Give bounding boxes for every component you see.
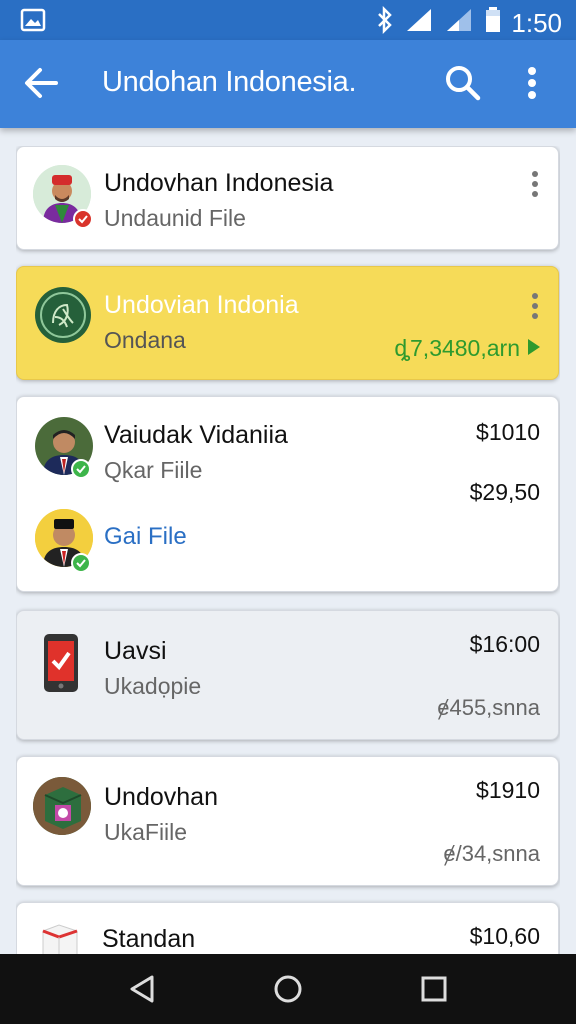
verified-badge: [71, 459, 91, 479]
phone-icon: [43, 633, 79, 698]
file-link[interactable]: Gai File: [104, 523, 187, 551]
item-title: Standan: [102, 925, 196, 953]
item-price: $1910: [476, 777, 540, 803]
search-icon[interactable]: [444, 64, 482, 107]
status-bar: 1:50: [0, 0, 576, 40]
list-item[interactable]: Undovhan Indonesia Undaunid File: [16, 146, 559, 250]
item-amount: ȡ7,3480,arn: [394, 335, 520, 361]
item-price: $16:00: [469, 631, 540, 657]
item-note: ɇ455,snna: [437, 695, 540, 720]
item-subtitle: UkaFiile: [104, 819, 188, 845]
app-bar: Undohan Indonesia.: [0, 40, 576, 128]
play-arrow-icon[interactable]: [526, 337, 542, 362]
item-title: Undovhan Indonesia: [104, 169, 334, 197]
emblem-icon: [35, 287, 91, 343]
item-note: ɇ/34,snna: [443, 841, 540, 866]
item-title: Undovian Indonia: [104, 291, 299, 319]
item-list: Undovhan Indonesia Undaunid File Undovia…: [16, 146, 560, 954]
recents-square-icon[interactable]: [420, 974, 448, 1009]
item-subtitle: Undaunid File: [104, 205, 246, 231]
item-price: $10,60: [469, 923, 540, 949]
list-item[interactable]: Standan $10,60: [16, 902, 559, 954]
item-title: Uavsi: [104, 637, 167, 665]
list-item-selected[interactable]: Undovian Indonia Ondana ȡ7,3480,arn: [16, 266, 559, 380]
item-price: $1010: [476, 419, 540, 445]
status-badge: [73, 209, 93, 229]
list-item[interactable]: Uavsi Ukadọpie $16:00 ɇ455,snna: [16, 610, 559, 740]
battery-icon: [485, 7, 501, 40]
item-subtitle: Ukadọpie: [104, 673, 202, 699]
gallery-icon: [20, 8, 46, 37]
list-item[interactable]: Vaiudak Vidaniia Qkar Fiile $1010 $29,50…: [16, 396, 559, 592]
signal-icon: [405, 7, 435, 40]
list-item[interactable]: Undovhan UkaFiile $1910 ɇ/34,snna: [16, 756, 559, 886]
signal-icon: [445, 7, 475, 40]
page-title: Undohan Indonesia.: [102, 66, 357, 98]
more-vert-icon[interactable]: [532, 171, 538, 201]
back-triangle-icon[interactable]: [128, 974, 156, 1009]
bluetooth-icon: [375, 5, 395, 41]
more-vert-icon[interactable]: [526, 64, 538, 107]
back-arrow-icon[interactable]: [22, 64, 60, 107]
product-box-icon: [33, 777, 91, 835]
more-vert-icon[interactable]: [532, 293, 538, 323]
item-price: $29,50: [469, 479, 540, 505]
system-nav-bar: [0, 954, 576, 1024]
item-subtitle: Qkar Fiile: [104, 457, 203, 483]
verified-badge: [71, 553, 91, 573]
home-circle-icon[interactable]: [273, 974, 303, 1009]
item-subtitle: Ondana: [104, 327, 186, 353]
clock: 1:50: [511, 8, 562, 38]
item-title: Vaiudak Vidaniia: [104, 421, 288, 449]
package-icon: [39, 921, 81, 954]
item-title: Undovhan: [104, 783, 218, 811]
